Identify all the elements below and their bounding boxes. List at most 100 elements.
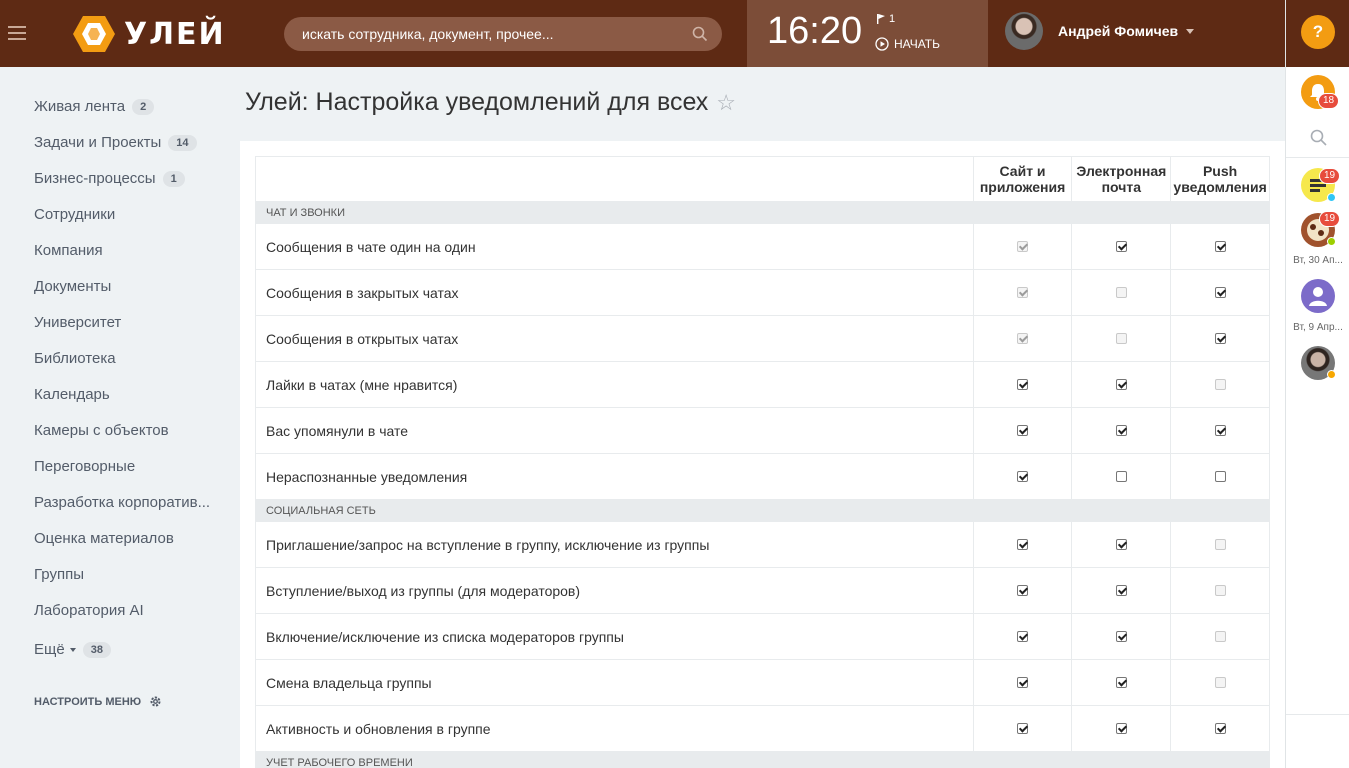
email-checkbox[interactable] — [1115, 470, 1127, 482]
push-checkbox[interactable] — [1214, 424, 1226, 436]
nav-count: 1 — [162, 170, 185, 187]
table-body: ЧАТ И ЗВОНКИ Сообщения в чате один на оди… — [255, 201, 1270, 768]
status-dot — [1327, 370, 1336, 379]
nav-item-assessment[interactable]: Оценка материалов — [34, 530, 174, 547]
checkbox-cell — [1071, 223, 1172, 270]
group-title: СОЦИАЛЬНАЯ СЕТЬ — [255, 499, 1270, 522]
table-row: Включение/исключение из списка модератор… — [255, 613, 1270, 660]
chat-avatar-1[interactable]: 19 — [1301, 168, 1341, 202]
nav-item-feed[interactable]: Живая лента 2 — [34, 98, 155, 115]
email-checkbox[interactable] — [1115, 676, 1127, 688]
status-dot — [1327, 193, 1336, 202]
help-button[interactable]: ? — [1301, 15, 1335, 49]
site-checkbox[interactable] — [1017, 584, 1029, 596]
checkbox-cell — [1170, 315, 1270, 362]
nav-item-tasks[interactable]: Задачи и Проекты 14 — [34, 134, 197, 151]
nav-label: Ещё — [34, 641, 65, 658]
checkbox-cell — [972, 223, 1073, 270]
star-icon[interactable]: ☆ — [716, 90, 736, 116]
email-checkbox — [1115, 332, 1127, 344]
chat-avatar-2[interactable]: 19 — [1301, 211, 1341, 247]
menu-icon[interactable] — [8, 26, 26, 40]
group-title: УЧЕТ РАБОЧЕГО ВРЕМЕНИ — [255, 751, 1270, 768]
nav-item-calendar[interactable]: Календарь — [34, 386, 110, 403]
nav-item-more[interactable]: Ещё 38 — [34, 641, 111, 658]
checkbox-cell — [972, 315, 1073, 362]
search-input[interactable]: искать сотрудника, документ, прочее... — [284, 17, 722, 51]
push-checkbox[interactable] — [1214, 286, 1226, 298]
logo[interactable]: УЛЕЙ — [72, 13, 226, 55]
notification-label: Смена владельца группы — [255, 659, 974, 706]
chat-date: Вт, 9 Апр... — [1293, 322, 1343, 333]
nav-item-cameras[interactable]: Камеры с объектов — [34, 422, 169, 439]
checkbox-cell — [972, 705, 1073, 752]
table-row: Вас упомянули в чате — [255, 407, 1270, 454]
start-day-button[interactable]: НАЧАТЬ — [875, 37, 940, 51]
status-dot — [1327, 237, 1336, 246]
push-checkbox[interactable] — [1214, 470, 1226, 482]
tasks-flag[interactable]: 1 — [877, 13, 895, 25]
checkbox-cell — [1071, 659, 1172, 706]
nav-item-library[interactable]: Библиотека — [34, 350, 116, 367]
nav-item-employees[interactable]: Сотрудники — [34, 206, 115, 223]
table-row: Активность и обновления в группе — [255, 705, 1270, 752]
start-label: НАЧАТЬ — [894, 37, 941, 51]
notifications-button[interactable]: 18 — [1301, 75, 1340, 109]
hive-logo-icon — [73, 16, 115, 52]
user-menu[interactable]: Андрей Фомичев — [1005, 12, 1195, 50]
site-checkbox[interactable] — [1017, 630, 1029, 642]
email-checkbox[interactable] — [1115, 378, 1127, 390]
email-checkbox[interactable] — [1115, 584, 1127, 596]
site-checkbox[interactable] — [1017, 538, 1029, 550]
email-checkbox[interactable] — [1115, 722, 1127, 734]
checkbox-cell — [972, 269, 1073, 316]
checkbox-cell — [1170, 567, 1270, 614]
push-checkbox[interactable] — [1214, 332, 1226, 344]
nav-item-company[interactable]: Компания — [34, 242, 103, 259]
email-checkbox[interactable] — [1115, 630, 1127, 642]
table-header: Сайт и приложения Электронная почта Push… — [255, 156, 1270, 202]
search-icon[interactable] — [692, 26, 708, 42]
site-checkbox[interactable] — [1017, 424, 1029, 436]
table-row: Сообщения в закрытых чатах — [255, 269, 1270, 316]
notification-label: Включение/исключение из списка модератор… — [255, 613, 974, 660]
email-checkbox[interactable] — [1115, 240, 1127, 252]
checkbox-cell — [972, 521, 1073, 568]
nav-item-documents[interactable]: Документы — [34, 278, 111, 295]
search-icon[interactable] — [1310, 129, 1327, 146]
site-checkbox[interactable] — [1017, 470, 1029, 482]
workday-block[interactable]: 16:20 1 НАЧАТЬ — [747, 0, 988, 67]
nav-label: Документы — [34, 278, 112, 295]
nav-item-university[interactable]: Университет — [34, 314, 121, 331]
play-icon — [875, 37, 889, 51]
nav-item-bizproc[interactable]: Бизнес-процессы 1 — [34, 170, 185, 187]
site-checkbox[interactable] — [1017, 722, 1029, 734]
notification-label: Сообщения в закрытых чатах — [255, 269, 974, 316]
configure-menu-button[interactable]: НАСТРОИТЬ МЕНЮ — [34, 695, 162, 708]
nav-item-meeting-rooms[interactable]: Переговорные — [34, 458, 135, 475]
nav-item-ai-lab[interactable]: Лаборатория AI — [34, 602, 144, 619]
checkbox-cell — [972, 453, 1073, 500]
chat-avatar-4[interactable] — [1301, 346, 1336, 380]
push-checkbox — [1214, 630, 1226, 642]
flag-icon — [877, 14, 885, 24]
push-checkbox[interactable] — [1214, 722, 1226, 734]
table-row: Сообщения в открытых чатах — [255, 315, 1270, 362]
nav-count: 14 — [168, 134, 197, 151]
avatar — [1005, 12, 1043, 50]
checkbox-cell — [1170, 613, 1270, 660]
checkbox-cell — [1170, 453, 1270, 500]
table-row: Лайки в чатах (мне нравится) — [255, 361, 1270, 408]
nav-item-development[interactable]: Разработка корпоратив... — [34, 494, 210, 511]
site-checkbox[interactable] — [1017, 378, 1029, 390]
push-checkbox[interactable] — [1214, 240, 1226, 252]
table-row: Нераспознанные уведомления — [255, 453, 1270, 500]
column-email: Электронная почта — [1071, 156, 1172, 202]
email-checkbox[interactable] — [1115, 424, 1127, 436]
nav-item-groups[interactable]: Группы — [34, 566, 84, 583]
site-checkbox[interactable] — [1017, 676, 1029, 688]
nav-label: Группы — [34, 566, 84, 583]
chat-badge: 19 — [1319, 211, 1341, 227]
email-checkbox[interactable] — [1115, 538, 1127, 550]
chat-avatar-3[interactable] — [1301, 279, 1335, 313]
